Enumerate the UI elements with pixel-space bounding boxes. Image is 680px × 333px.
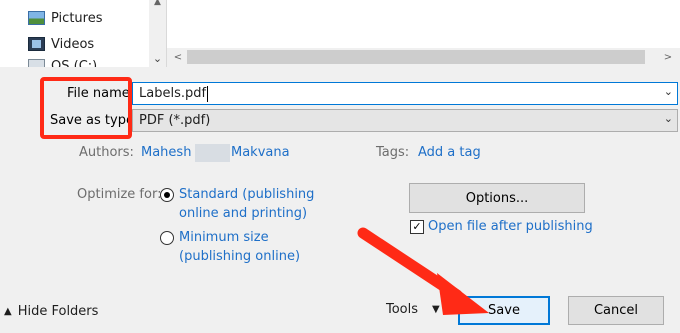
nav-item-drive[interactable]: OS (C:) <box>28 59 97 67</box>
standard-line-2: online and printing) <box>179 206 308 221</box>
scrollbar-thumb[interactable] <box>187 50 645 64</box>
filename-value: Labels.pdf <box>139 86 207 101</box>
chevron-up-icon: ▲ <box>4 306 12 317</box>
standard-radio[interactable] <box>160 188 174 202</box>
pictures-icon <box>28 11 45 25</box>
chevron-down-icon[interactable]: ⌄ <box>664 112 673 125</box>
hide-folders-label: Hide Folders <box>17 304 99 319</box>
standard-option-label[interactable]: Standard (publishing online and printing… <box>179 185 314 223</box>
nav-item-videos[interactable]: Videos <box>28 34 94 54</box>
drive-icon <box>28 59 45 67</box>
nav-item-label: Pictures <box>51 10 103 26</box>
standard-line-1: Standard (publishing <box>179 187 315 202</box>
navigation-pane: Pictures Videos OS (C:) <box>0 0 166 67</box>
minimum-line-2: (publishing online) <box>179 249 301 264</box>
redaction-block <box>195 144 230 162</box>
videos-icon <box>28 37 45 51</box>
minimum-line-1: Minimum size <box>179 230 269 245</box>
optimize-label: Optimize for: <box>77 187 162 202</box>
savetype-select[interactable]: PDF (*.pdf) ⌄ <box>132 109 678 132</box>
options-button[interactable]: Options... <box>409 183 585 213</box>
minimum-option-label[interactable]: Minimum size (publishing online) <box>179 228 300 266</box>
nav-item-label: Videos <box>51 36 95 52</box>
add-tag-link[interactable]: Add a tag <box>418 145 481 160</box>
authors-label: Authors: <box>79 145 134 160</box>
author-first-name[interactable]: Mahesh <box>141 145 191 160</box>
scroll-left-icon[interactable]: < <box>170 48 186 67</box>
cancel-button[interactable]: Cancel <box>568 296 664 325</box>
filename-input[interactable]: Labels.pdf ⌄ <box>132 82 678 105</box>
chevron-down-icon[interactable]: ⌄ <box>664 85 673 98</box>
author-last-name[interactable]: Makvana <box>231 145 290 160</box>
text-cursor <box>207 85 209 102</box>
hide-folders-toggle[interactable]: ▲ Hide Folders <box>4 304 98 319</box>
highlight-box <box>40 77 132 139</box>
tags-label: Tags: <box>376 145 410 160</box>
savetype-value: PDF (*.pdf) <box>139 113 211 128</box>
nav-item-label: OS (C:) <box>51 59 98 67</box>
scroll-up-icon[interactable]: ▲ <box>151 0 164 7</box>
minimum-radio[interactable] <box>160 231 174 245</box>
nav-item-pictures[interactable]: Pictures <box>28 8 102 28</box>
scroll-right-icon[interactable]: > <box>660 48 676 67</box>
annotation-arrow-icon <box>357 227 489 315</box>
chevron-down-icon[interactable]: ⌄ <box>149 50 166 67</box>
